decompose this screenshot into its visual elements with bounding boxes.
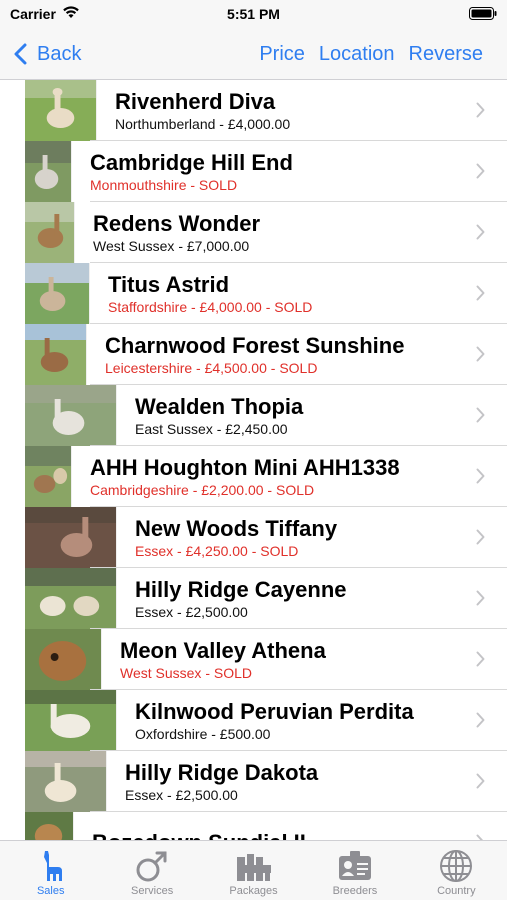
listing-name: New Woods Tiffany <box>135 515 338 541</box>
alpaca-photo <box>25 751 107 812</box>
back-button[interactable]: Back <box>14 39 81 69</box>
listing-name: Meon Valley Athena <box>120 637 326 663</box>
listing-name: Hilly Ridge Cayenne <box>135 576 347 602</box>
chevron-right-icon <box>476 163 485 179</box>
tab-packages[interactable]: Packages <box>203 841 304 900</box>
alpaca-photo <box>25 507 117 568</box>
list-item[interactable]: Hilly Ridge Dakota Essex - £2,500.00 <box>25 751 507 812</box>
listing-name: Bozedown Sundial II <box>92 830 507 841</box>
list-item[interactable]: Rivenherd Diva Northumberland - £4,000.0… <box>25 80 507 141</box>
status-bar: Carrier 5:51 PM <box>0 0 507 30</box>
alpaca-photo <box>25 690 117 751</box>
alpaca-photo <box>25 385 117 446</box>
alpaca-photo <box>25 446 72 507</box>
listing-details: Essex - £4,250.00 - SOLD <box>135 542 299 559</box>
tab-label: Services <box>131 885 174 897</box>
list-item[interactable]: Charnwood Forest Sunshine Leicestershire… <box>25 324 507 385</box>
list-item[interactable]: Redens Wonder West Sussex - £7,000.00 <box>25 202 507 263</box>
alpaca-photo <box>25 324 87 385</box>
tab-label: Sales <box>36 885 65 897</box>
alpaca-photo <box>25 80 97 141</box>
tab-label: Breeders <box>332 885 378 897</box>
chevron-right-icon <box>476 773 485 789</box>
alpaca-photo <box>25 812 74 840</box>
tab-label: Packages <box>229 885 278 897</box>
list-item[interactable]: Wealden Thopia East Sussex - £2,450.00 <box>25 385 507 446</box>
listing-name: AHH Houghton Mini AHH1338 <box>90 454 400 480</box>
chevron-right-icon <box>476 346 485 362</box>
listing-details: West Sussex - SOLD <box>120 664 253 681</box>
alpaca-sales-list: Rivenherd Diva Northumberland - £4,000.0… <box>25 80 507 840</box>
listing-details: Essex - £2,500.00 <box>135 603 248 620</box>
alpaca-photo <box>25 629 102 690</box>
id-card-icon <box>338 851 371 880</box>
chevron-right-icon <box>476 224 485 240</box>
listing-details: Northumberland - £4,000.00 <box>115 115 291 132</box>
chevron-right-icon <box>476 590 485 606</box>
listing-name: Hilly Ridge Dakota <box>125 759 319 785</box>
chevron-right-icon <box>476 468 485 484</box>
listing-details: Monmouthshire - SOLD <box>90 176 238 193</box>
list-item[interactable]: Bozedown Sundial II <box>25 812 507 840</box>
tab-services[interactable]: Services <box>101 841 202 900</box>
list-item[interactable]: Meon Valley Athena West Sussex - SOLD <box>25 629 507 690</box>
sort-location-button[interactable]: Location <box>319 39 395 69</box>
navigation-bar: Back Price Location Reverse <box>0 30 507 80</box>
list-item[interactable]: AHH Houghton Mini AHH1338 Cambridgeshire… <box>25 446 507 507</box>
chevron-right-icon <box>476 285 485 301</box>
listing-name: Rivenherd Diva <box>115 88 276 114</box>
listing-details: Leicestershire - £4,500.00 - SOLD <box>105 359 318 376</box>
chevron-right-icon <box>476 651 485 667</box>
back-label: Back <box>37 42 82 65</box>
list-item[interactable]: Titus Astrid Staffordshire - £4,000.00 -… <box>25 263 507 324</box>
sort-price-button[interactable]: Price <box>259 39 305 69</box>
battery-icon <box>469 7 497 25</box>
listing-details: West Sussex - £7,000.00 <box>93 237 250 254</box>
listing-name: Wealden Thopia <box>135 393 304 419</box>
male-symbol-icon <box>136 851 167 882</box>
chevron-right-icon <box>476 407 485 423</box>
alpaca-photo <box>25 202 75 263</box>
chevron-right-icon <box>476 712 485 728</box>
listing-details: Oxfordshire - £500.00 <box>135 725 271 742</box>
chevron-right-icon <box>476 529 485 545</box>
listing-details: Cambridgeshire - £2,200.00 - SOLD <box>90 481 315 498</box>
alpaca-photo <box>25 568 117 629</box>
alpaca-photo <box>25 141 72 202</box>
status-time: 5:51 PM <box>227 6 280 22</box>
alpaca-photo <box>25 263 90 324</box>
listing-name: Kilnwood Peruvian Perdita <box>135 698 414 724</box>
listing-name: Titus Astrid <box>108 271 230 297</box>
tab-breeders[interactable]: Breeders <box>304 841 405 900</box>
listing-details: Essex - £2,500.00 <box>125 786 238 803</box>
listing-details: East Sussex - £2,450.00 <box>135 420 288 437</box>
tab-label: Country <box>437 885 476 897</box>
tab-country[interactable]: Country <box>406 841 507 900</box>
listing-details: Staffordshire - £4,000.00 - SOLD <box>108 298 313 315</box>
tab-bar: Sales Services Packages Breeders Country <box>0 840 507 900</box>
list-item[interactable]: Kilnwood Peruvian Perdita Oxfordshire - … <box>25 690 507 751</box>
tab-sales[interactable]: Sales <box>0 841 101 900</box>
list-item[interactable]: Hilly Ridge Cayenne Essex - £2,500.00 <box>25 568 507 629</box>
list-item[interactable]: Cambridge Hill End Monmouthshire - SOLD <box>25 141 507 202</box>
listing-name: Charnwood Forest Sunshine <box>105 332 405 358</box>
alpaca-group-icon <box>236 854 271 881</box>
chevron-left-icon <box>14 43 27 65</box>
alpaca-icon <box>43 851 62 881</box>
chevron-right-icon <box>476 102 485 118</box>
listing-name: Cambridge Hill End <box>90 149 293 175</box>
reverse-order-button[interactable]: Reverse <box>409 39 483 69</box>
listing-name: Redens Wonder <box>93 210 261 236</box>
list-item[interactable]: New Woods Tiffany Essex - £4,250.00 - SO… <box>25 507 507 568</box>
globe-icon <box>440 850 473 882</box>
